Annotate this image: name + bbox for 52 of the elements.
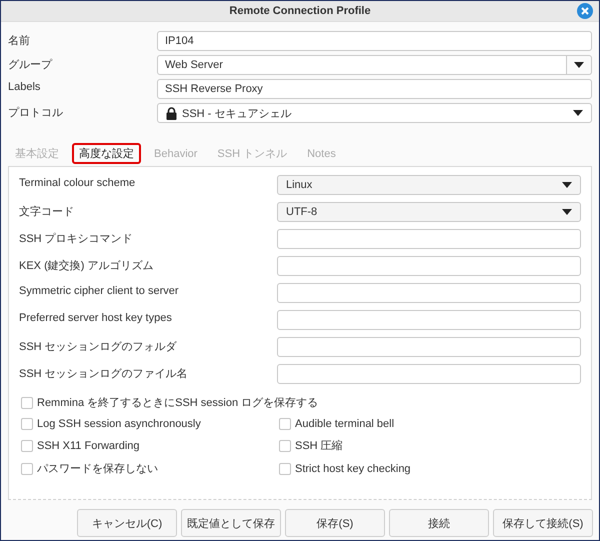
checkbox[interactable] [279, 418, 291, 430]
checkbox-label[interactable]: Log SSH session asynchronously [37, 418, 201, 430]
dropdown-button[interactable] [567, 55, 592, 75]
input-field[interactable] [277, 283, 581, 303]
dropdown-field[interactable]: UTF-8 [277, 202, 581, 222]
checkbox[interactable] [21, 440, 33, 452]
checkbox-label[interactable]: SSH X11 Forwarding [37, 440, 140, 452]
dropdown-field[interactable]: Linux [277, 175, 581, 195]
dialog-button[interactable]: 保存(S) [285, 509, 385, 537]
checkbox-label[interactable]: Audible terminal bell [295, 418, 394, 430]
input-field[interactable]: Web Server [157, 55, 568, 75]
field-label: Preferred server host key types [19, 311, 173, 324]
field-label: Symmetric cipher client to server [19, 284, 180, 297]
checkbox-label[interactable]: SSH 圧縮 [295, 438, 343, 453]
field-label: SSH プロキシコマンド [19, 232, 134, 246]
input-field[interactable] [277, 364, 581, 384]
caret-icon [574, 62, 584, 68]
lock-icon [166, 106, 177, 120]
checkbox-label[interactable]: Remmina を終了するときにSSH session ログを保存する [37, 395, 318, 410]
input-field[interactable] [277, 256, 581, 276]
tab[interactable]: 高度な設定 [72, 143, 141, 164]
dialog-button[interactable]: 保存して接続(S) [493, 509, 593, 537]
input-field[interactable] [277, 310, 581, 330]
close-button[interactable] [577, 3, 593, 19]
field-label: Terminal colour scheme [19, 176, 136, 189]
checkbox[interactable] [21, 418, 33, 430]
caret-icon [562, 209, 572, 215]
input-field[interactable]: SSH Reverse Proxy [157, 79, 592, 99]
field-label: プロトコル [8, 106, 64, 120]
input-field[interactable] [277, 337, 581, 357]
dialog-button[interactable]: キャンセル(C) [77, 509, 177, 537]
checkbox[interactable] [21, 396, 33, 408]
input-field[interactable] [277, 229, 581, 249]
checkbox[interactable] [279, 440, 291, 452]
field-label: SSH セッションログのフォルダ [19, 340, 178, 354]
checkbox-label[interactable]: パスワードを保存しない [37, 461, 158, 476]
checkbox[interactable] [279, 462, 291, 474]
field-label: グループ [8, 58, 54, 72]
field-label: SSH セッションログのファイル名 [19, 367, 189, 381]
field-label: Labels [8, 80, 42, 93]
window-title: Remote Connection Profile [229, 5, 371, 17]
caret-icon [573, 110, 583, 116]
checkbox-label[interactable]: Strict host key checking [295, 462, 411, 474]
field-label: 名前 [8, 34, 31, 48]
dialog-button[interactable]: 既定値として保存 [181, 509, 281, 537]
field-label: KEX (鍵交換) アルゴリズム [19, 258, 154, 273]
caret-icon [562, 182, 572, 188]
dropdown-field[interactable]: SSH - セキュアシェル [157, 103, 592, 123]
checkbox[interactable] [21, 462, 33, 474]
field-label: 文字コード [19, 204, 75, 219]
input-field[interactable]: IP104 [157, 31, 592, 51]
dialog-button[interactable]: 接続 [389, 509, 489, 537]
